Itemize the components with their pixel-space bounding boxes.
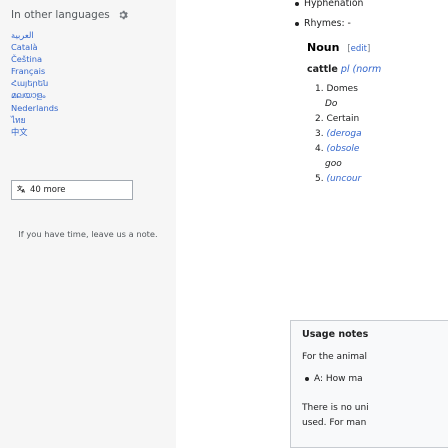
sense-item: goo — [325, 159, 342, 169]
language-link[interactable]: العربية — [11, 29, 58, 41]
language-link[interactable]: Català — [11, 41, 58, 53]
translate-icon: 文 A — [17, 185, 26, 195]
hyphenation-item: Hyphenation — [290, 0, 363, 14]
sense-item: 1. Domes — [315, 84, 358, 94]
sense-item: 3. (deroga — [315, 129, 362, 139]
language-list: العربية Català Čeština Français Հայերեն … — [11, 29, 58, 138]
pronunciation-list: Hyphenation Rhymes: - — [290, 0, 363, 40]
usage-text: For the animal — [302, 352, 368, 362]
language-link[interactable]: Nederlands — [11, 102, 58, 114]
more-languages-button[interactable]: 文 A 40 more — [11, 180, 133, 200]
usage-notes-box: Usage notes For the animal A: How ma The… — [290, 320, 448, 448]
entry-content: Hyphenation Rhymes: - Noun [edit] cattle… — [290, 0, 448, 448]
language-link[interactable]: മലയാളം — [11, 89, 58, 101]
noun-heading: Noun [edit] — [307, 41, 370, 54]
sense-item: 5. (uncour — [315, 174, 362, 184]
languages-header-label: In other languages — [11, 9, 110, 21]
sense-item: 2. Certain — [315, 114, 360, 124]
usage-text: There is no uni used. For man — [302, 403, 369, 428]
page: In other languages العربية Català Češtin… — [0, 0, 448, 448]
sense-list: 1. Domes Do 2. Certain 3. (deroga 4. (ob… — [315, 82, 362, 187]
languages-header: In other languages — [11, 9, 128, 21]
feedback-note: If you have time, leave us a note. — [18, 229, 158, 239]
more-languages-label: 40 more — [30, 185, 66, 195]
headword: cattle — [307, 64, 338, 75]
sense-item: Do — [325, 99, 338, 109]
language-link[interactable]: 中文 — [11, 126, 58, 138]
language-link[interactable]: ไทย — [11, 114, 58, 126]
headword-gloss[interactable]: pl (norm — [341, 64, 381, 75]
sidebar: In other languages العربية Català Češtin… — [0, 0, 176, 448]
rhymes-item[interactable]: Rhymes: - — [290, 14, 363, 34]
edit-section-link[interactable]: [edit] — [347, 44, 370, 54]
usage-bullet: A: How ma — [305, 374, 363, 384]
edit-link[interactable]: edit — [351, 44, 367, 54]
sense-item: 4. (obsole — [315, 144, 360, 154]
usage-notes-title: Usage notes — [302, 329, 369, 340]
language-link[interactable]: Čeština — [11, 53, 58, 65]
language-link[interactable]: Հայերեն — [11, 77, 58, 89]
language-link[interactable]: Français — [11, 65, 58, 77]
gear-icon[interactable] — [118, 10, 128, 20]
noun-title: Noun — [307, 41, 340, 54]
headword-line: cattle pl (norm — [307, 64, 381, 75]
svg-text:A: A — [22, 189, 26, 194]
